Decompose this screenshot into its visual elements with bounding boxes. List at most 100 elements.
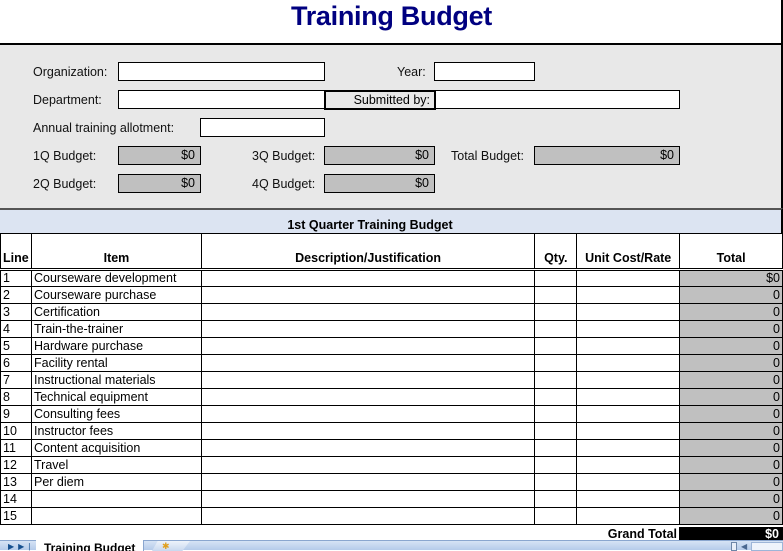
cell-item[interactable]: Certification — [30, 303, 202, 321]
cell-qty[interactable] — [534, 439, 578, 457]
cell-unit-cost[interactable] — [576, 337, 681, 355]
q3-budget-value: $0 — [324, 146, 435, 165]
cell-description[interactable] — [200, 405, 536, 423]
cell-item[interactable]: Courseware purchase — [30, 286, 202, 304]
table-header-row: Line Item Description/Justification Qty.… — [0, 233, 783, 271]
cell-description[interactable] — [200, 388, 536, 406]
cell-item[interactable]: Instructional materials — [30, 371, 202, 389]
cell-description[interactable] — [200, 473, 536, 491]
annual-allotment-field[interactable] — [200, 118, 325, 137]
cell-unit-cost[interactable] — [576, 320, 681, 338]
cell-unit-cost[interactable] — [576, 269, 681, 287]
cell-total: 0 — [679, 388, 783, 406]
cell-line: 13 — [0, 473, 32, 491]
cell-qty[interactable] — [534, 286, 578, 304]
cell-description[interactable] — [200, 337, 536, 355]
cell-qty[interactable] — [534, 269, 578, 287]
cell-qty[interactable] — [534, 405, 578, 423]
cell-qty[interactable] — [534, 422, 578, 440]
cell-item[interactable]: Technical equipment — [30, 388, 202, 406]
cell-unit-cost[interactable] — [576, 490, 681, 508]
cell-qty[interactable] — [534, 473, 578, 491]
department-field[interactable] — [118, 90, 325, 109]
cell-qty[interactable] — [534, 490, 578, 508]
cell-description[interactable] — [200, 422, 536, 440]
cell-description[interactable] — [200, 490, 536, 508]
cell-unit-cost[interactable] — [576, 371, 681, 389]
cell-total: 0 — [679, 337, 783, 355]
cell-item[interactable] — [30, 507, 202, 525]
table-row: 5 Hardware purchase 0 — [0, 337, 783, 355]
department-label: Department: — [33, 93, 102, 107]
cell-item[interactable]: Per diem — [30, 473, 202, 491]
cell-total: 0 — [679, 456, 783, 474]
cell-line: 6 — [0, 354, 32, 372]
cell-qty[interactable] — [534, 303, 578, 321]
cell-item[interactable]: Instructor fees — [30, 422, 202, 440]
cell-description[interactable] — [200, 354, 536, 372]
cell-item[interactable]: Hardware purchase — [30, 337, 202, 355]
cell-unit-cost[interactable] — [576, 439, 681, 457]
table-row: 7 Instructional materials 0 — [0, 371, 783, 389]
budget-info-panel: Organization: Year: Department: Submitte… — [0, 43, 783, 208]
cell-qty[interactable] — [534, 337, 578, 355]
cell-item[interactable]: Train-the-trainer — [30, 320, 202, 338]
cell-item[interactable]: Travel — [30, 456, 202, 474]
cell-unit-cost[interactable] — [576, 405, 681, 423]
cell-qty[interactable] — [534, 371, 578, 389]
cell-description[interactable] — [200, 286, 536, 304]
cell-line: 12 — [0, 456, 32, 474]
cell-item[interactable]: Content acquisition — [30, 439, 202, 457]
cell-item[interactable]: Facility rental — [30, 354, 202, 372]
cell-qty[interactable] — [534, 388, 578, 406]
grand-total-label: Grand Total — [607, 527, 677, 541]
cell-line: 8 — [0, 388, 32, 406]
cell-unit-cost[interactable] — [576, 303, 681, 321]
cell-unit-cost[interactable] — [576, 473, 681, 491]
cell-description[interactable] — [200, 303, 536, 321]
cell-description[interactable] — [200, 456, 536, 474]
sheet-tab-training-budget[interactable]: Training Budget — [36, 540, 145, 551]
cell-unit-cost[interactable] — [576, 388, 681, 406]
cell-qty[interactable] — [534, 507, 578, 525]
q1-budget-label: 1Q Budget: — [33, 149, 97, 163]
col-header-line: Line — [0, 233, 32, 271]
cell-qty[interactable] — [534, 456, 578, 474]
cell-item[interactable]: Courseware development — [30, 269, 202, 287]
cell-unit-cost[interactable] — [576, 507, 681, 525]
cell-description[interactable] — [200, 320, 536, 338]
cell-item[interactable]: Consulting fees — [30, 405, 202, 423]
col-header-qty: Qty. — [534, 233, 578, 271]
cell-qty[interactable] — [534, 354, 578, 372]
cell-unit-cost[interactable] — [576, 422, 681, 440]
q1-budget-value: $0 — [118, 146, 201, 165]
year-label: Year: — [397, 65, 426, 79]
submitted-by-label-cell[interactable]: Submitted by: — [324, 90, 436, 110]
cell-description[interactable] — [200, 439, 536, 457]
year-field[interactable] — [434, 62, 535, 81]
cell-total: 0 — [679, 473, 783, 491]
cell-description[interactable] — [200, 269, 536, 287]
cell-total: 0 — [679, 507, 783, 525]
cell-qty[interactable] — [534, 320, 578, 338]
cell-item[interactable] — [30, 490, 202, 508]
table-row: 2 Courseware purchase 0 — [0, 286, 783, 304]
cell-unit-cost[interactable] — [576, 354, 681, 372]
submitted-by-field[interactable] — [435, 90, 680, 109]
table-row: 3 Certification 0 — [0, 303, 783, 321]
q4-budget-value: $0 — [324, 174, 435, 193]
cell-line: 3 — [0, 303, 32, 321]
cell-unit-cost[interactable] — [576, 456, 681, 474]
organization-label: Organization: — [33, 65, 108, 79]
cell-description[interactable] — [200, 507, 536, 525]
cell-total: 0 — [679, 439, 783, 457]
cell-line: 10 — [0, 422, 32, 440]
organization-field[interactable] — [118, 62, 325, 81]
cell-description[interactable] — [200, 371, 536, 389]
cell-total: 0 — [679, 371, 783, 389]
table-row: 1 Courseware development $0 — [0, 269, 783, 287]
table-row: 11 Content acquisition 0 — [0, 439, 783, 457]
cell-line: 5 — [0, 337, 32, 355]
q2-budget-value: $0 — [118, 174, 201, 193]
cell-unit-cost[interactable] — [576, 286, 681, 304]
